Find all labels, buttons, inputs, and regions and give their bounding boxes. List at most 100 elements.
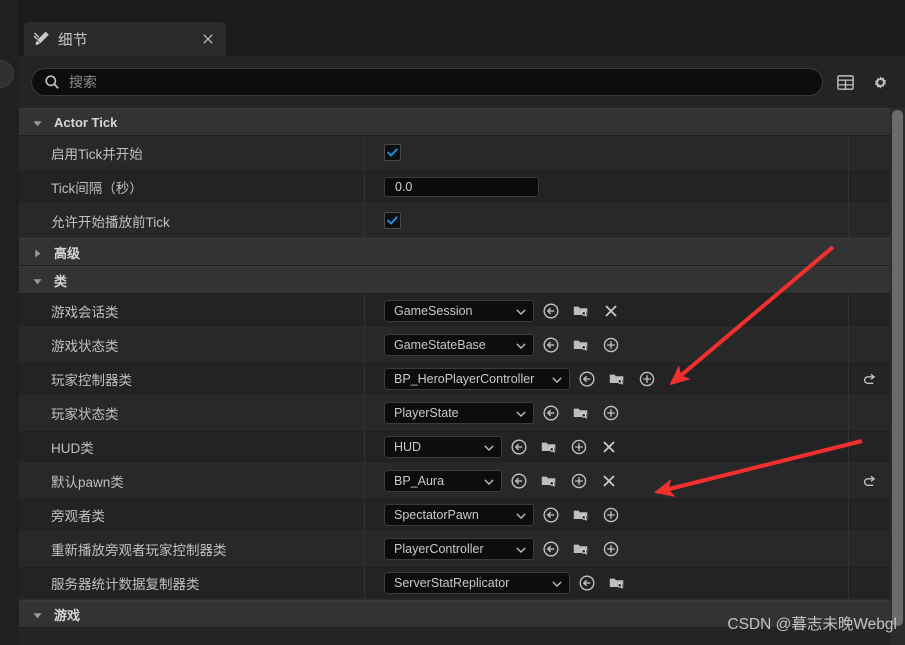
dropdown-value: SpectatorPawn xyxy=(394,507,479,522)
property-row: 玩家控制器类 BP_HeroPlayerController xyxy=(19,362,890,396)
property-row: 旁观者类 SpectatorPawn xyxy=(19,498,890,532)
use-selected-icon[interactable] xyxy=(506,434,532,460)
checkbox-toggle[interactable] xyxy=(384,212,401,229)
new-asset-icon[interactable] xyxy=(598,536,624,562)
property-label: 玩家控制器类 xyxy=(19,362,365,395)
dropdown-value: GameStateBase xyxy=(394,337,486,352)
property-label: 重新播放旁观者玩家控制器类 xyxy=(19,532,365,565)
class-dropdown[interactable]: HUD xyxy=(384,435,502,458)
property-value-cell: BP_Aura xyxy=(365,464,848,497)
clear-icon[interactable] xyxy=(596,468,622,494)
new-asset-icon[interactable] xyxy=(598,332,624,358)
property-row: 游戏状态类 GameStateBase xyxy=(19,328,890,362)
browse-asset-icon[interactable] xyxy=(568,400,594,426)
watermark: CSDN @暮志未晚Webgl xyxy=(727,616,897,633)
category-label: 类 xyxy=(54,273,68,289)
new-asset-icon[interactable] xyxy=(634,366,660,392)
reset-placeholder xyxy=(848,430,890,463)
browse-asset-icon[interactable] xyxy=(568,536,594,562)
chevron-down-icon xyxy=(551,373,563,385)
grid-view-icon[interactable] xyxy=(832,69,858,95)
tab-bar: 细节 xyxy=(19,0,905,56)
category-header-advanced[interactable]: 高级 xyxy=(19,238,890,266)
reset-placeholder xyxy=(848,136,890,169)
use-selected-icon[interactable] xyxy=(538,332,564,358)
clear-icon[interactable] xyxy=(596,434,622,460)
browse-asset-icon[interactable] xyxy=(536,434,562,460)
property-label: 默认pawn类 xyxy=(19,464,365,497)
scrollbar-thumb[interactable] xyxy=(892,110,903,626)
property-value-cell: SpectatorPawn xyxy=(365,498,848,531)
chevron-down-icon xyxy=(483,475,495,487)
property-value-cell: GameStateBase xyxy=(365,328,848,361)
new-asset-icon[interactable] xyxy=(566,434,592,460)
dropdown-value: PlayerState xyxy=(394,405,459,420)
category-label: 游戏 xyxy=(54,607,81,623)
triangle-down-icon xyxy=(32,608,45,621)
left-edge-strip xyxy=(0,0,19,645)
browse-asset-icon[interactable] xyxy=(568,502,594,528)
reset-placeholder xyxy=(848,294,890,327)
chevron-down-icon xyxy=(515,407,527,419)
browse-asset-icon[interactable] xyxy=(536,468,562,494)
class-dropdown[interactable]: SpectatorPawn xyxy=(384,503,534,526)
dropdown-value: PlayerController xyxy=(394,541,484,556)
close-icon[interactable] xyxy=(199,30,217,48)
tab-details[interactable]: 细节 xyxy=(24,22,226,56)
use-selected-icon[interactable] xyxy=(506,468,532,494)
class-dropdown[interactable]: GameStateBase xyxy=(384,333,534,356)
edge-circle-handle[interactable] xyxy=(0,60,14,88)
triangle-down-icon xyxy=(32,274,45,287)
use-selected-icon[interactable] xyxy=(538,502,564,528)
use-selected-icon[interactable] xyxy=(538,298,564,324)
dropdown-value: BP_HeroPlayerController xyxy=(394,371,535,386)
browse-asset-icon[interactable] xyxy=(604,366,630,392)
property-row: 允许开始播放前Tick xyxy=(19,204,890,238)
property-value-cell: HUD xyxy=(365,430,848,463)
class-dropdown[interactable]: ServerStatReplicator xyxy=(384,571,570,594)
chevron-down-icon xyxy=(551,577,563,589)
class-dropdown[interactable]: PlayerState xyxy=(384,401,534,424)
property-label: 玩家状态类 xyxy=(19,396,365,429)
reset-placeholder xyxy=(848,396,890,429)
checkbox-toggle[interactable] xyxy=(384,144,401,161)
dropdown-value: HUD xyxy=(394,439,422,454)
reset-to-default-button[interactable] xyxy=(848,464,890,497)
class-dropdown[interactable]: PlayerController xyxy=(384,537,534,560)
property-label: 启用Tick并开始 xyxy=(19,136,365,169)
browse-asset-icon[interactable] xyxy=(568,298,594,324)
use-selected-icon[interactable] xyxy=(538,536,564,562)
class-dropdown[interactable]: BP_Aura xyxy=(384,469,502,492)
use-selected-icon[interactable] xyxy=(538,400,564,426)
number-input[interactable]: 0.0 xyxy=(384,176,539,197)
clear-icon[interactable] xyxy=(598,298,624,324)
property-row: 重新播放旁观者玩家控制器类 PlayerController xyxy=(19,532,890,566)
use-selected-icon[interactable] xyxy=(574,570,600,596)
browse-asset-icon[interactable] xyxy=(604,570,630,596)
new-asset-icon[interactable] xyxy=(598,502,624,528)
new-asset-icon[interactable] xyxy=(598,400,624,426)
use-selected-icon[interactable] xyxy=(574,366,600,392)
property-value-cell: ServerStatReplicator xyxy=(365,566,848,599)
search-input[interactable]: 搜索 xyxy=(31,68,823,96)
chevron-down-icon xyxy=(515,339,527,351)
property-value-cell: PlayerState xyxy=(365,396,848,429)
new-asset-icon[interactable] xyxy=(566,468,592,494)
reset-to-default-button[interactable] xyxy=(848,362,890,395)
category-header-actor-tick[interactable]: Actor Tick xyxy=(19,108,890,136)
class-dropdown[interactable]: BP_HeroPlayerController xyxy=(384,367,570,390)
property-row: 默认pawn类 BP_Aura xyxy=(19,464,890,498)
category-header-classes[interactable]: 类 xyxy=(19,266,890,294)
settings-gear-icon[interactable] xyxy=(867,69,893,95)
reset-placeholder xyxy=(848,498,890,531)
class-dropdown[interactable]: GameSession xyxy=(384,299,534,322)
property-row: 启用Tick并开始 xyxy=(19,136,890,170)
search-placeholder: 搜索 xyxy=(69,74,97,90)
property-label: 旁观者类 xyxy=(19,498,365,531)
tab-title: 细节 xyxy=(58,32,88,49)
browse-asset-icon[interactable] xyxy=(568,332,594,358)
search-icon xyxy=(44,74,60,90)
vertical-scrollbar[interactable] xyxy=(890,108,905,645)
details-panel: 细节 搜索 Actor Tick 启用Tick并开始 Tick间隔（秒） 0.0… xyxy=(0,0,905,645)
property-row: 游戏会话类 GameSession xyxy=(19,294,890,328)
